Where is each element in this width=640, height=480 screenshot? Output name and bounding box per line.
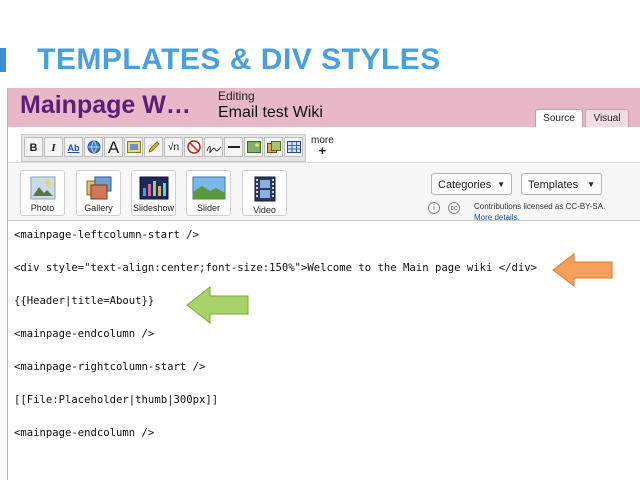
- rule-icon: [227, 146, 240, 148]
- code-line: <mainpage-endcolumn />: [14, 328, 155, 340]
- chevron-down-icon: ▼: [587, 180, 595, 189]
- slider-icon: [192, 176, 225, 200]
- code-line: <mainpage-endcolumn />: [14, 427, 155, 439]
- cc-icon: cc: [448, 202, 460, 214]
- link-button[interactable]: Ab: [64, 137, 83, 157]
- horizontal-rule-button[interactable]: [224, 137, 243, 157]
- photo-button[interactable]: Photo: [20, 170, 65, 216]
- nowiki-icon: [186, 140, 201, 154]
- person-license-icon: i: [428, 202, 440, 214]
- external-link-button[interactable]: [84, 137, 103, 157]
- formatting-toolbar: B I Ab A √n more +: [8, 127, 640, 163]
- license-line: Contributions licensed as CC-BY-SA.: [474, 202, 606, 211]
- code-line: [[File:Placeholder|thumb|300px]]: [14, 394, 219, 406]
- code-line: <mainpage-leftcolumn-start />: [14, 229, 199, 241]
- globe-icon: [87, 140, 100, 154]
- formula-button[interactable]: √n: [164, 137, 183, 157]
- green-pointer-arrow: [186, 285, 249, 325]
- insert-image-button[interactable]: [244, 137, 263, 157]
- pencil-icon: [147, 141, 160, 153]
- tab-source[interactable]: Source: [535, 109, 583, 128]
- chevron-down-icon: ▼: [497, 180, 505, 189]
- gallery-label: Gallery: [84, 203, 113, 213]
- templates-dropdown[interactable]: Templates ▼: [521, 173, 602, 195]
- slide-title: TEMPLATES & DIV STYLES: [37, 43, 441, 76]
- signature-button[interactable]: [204, 137, 223, 157]
- page-header: Mainpage W… Editing Email test Wiki Sour…: [8, 88, 640, 128]
- tab-visual[interactable]: Visual: [585, 109, 629, 128]
- slideshow-label: Slideshow: [132, 203, 175, 213]
- wiki-name[interactable]: Mainpage W…: [20, 91, 191, 120]
- license-text: Contributions licensed as CC-BY-SA. More…: [474, 201, 605, 223]
- more-button[interactable]: more +: [311, 136, 334, 158]
- categories-label: Categories: [438, 179, 492, 191]
- gallery-button[interactable]: Gallery: [76, 170, 121, 216]
- media-toolbar: Photo Gallery Slideshow Slider Video Cat…: [8, 163, 640, 223]
- code-line: <mainpage-rightcolumn-start />: [14, 361, 206, 373]
- video-label: Video: [253, 205, 276, 215]
- video-icon: [254, 176, 275, 202]
- slideshow-icon: [139, 176, 168, 200]
- pencil-button[interactable]: [144, 137, 163, 157]
- page-name: Email test Wiki: [218, 104, 323, 121]
- picture-icon: [246, 141, 261, 153]
- photo-icon: [30, 176, 55, 200]
- slideshow-button[interactable]: Slideshow: [131, 170, 176, 216]
- gallery-small-icon: [266, 141, 281, 153]
- bold-button[interactable]: B: [24, 137, 43, 157]
- source-editor[interactable]: <mainpage-leftcolumn-start /> <div style…: [8, 221, 640, 480]
- categories-dropdown[interactable]: Categories ▼: [431, 173, 512, 195]
- toolbar-button-strip: B I Ab A √n: [21, 134, 306, 162]
- embed-media-button[interactable]: [124, 137, 143, 157]
- nowiki-button[interactable]: [184, 137, 203, 157]
- insert-table-button[interactable]: [284, 137, 303, 157]
- italic-button[interactable]: I: [44, 137, 63, 157]
- insert-gallery-button[interactable]: [264, 137, 283, 157]
- editing-label: Editing: [218, 89, 255, 103]
- code-line: {{Header|title=About}}: [14, 295, 155, 307]
- image-icon: [126, 141, 141, 153]
- big-text-button[interactable]: A: [104, 137, 123, 157]
- slider-button[interactable]: Slider: [186, 170, 231, 216]
- signature-icon: [206, 146, 221, 154]
- editor-screenshot: Mainpage W… Editing Email test Wiki Sour…: [7, 88, 640, 480]
- slider-label: Slider: [196, 203, 220, 213]
- slide-accent-bar: [0, 48, 6, 72]
- table-icon: [286, 141, 301, 153]
- photo-label: Photo: [30, 203, 55, 213]
- orange-pointer-arrow: [552, 252, 613, 288]
- video-button[interactable]: Video: [242, 170, 287, 216]
- plus-icon: +: [318, 143, 327, 158]
- gallery-icon: [86, 176, 111, 200]
- templates-label: Templates: [528, 179, 579, 191]
- code-line: <div style="text-align:center;font-size:…: [14, 262, 537, 274]
